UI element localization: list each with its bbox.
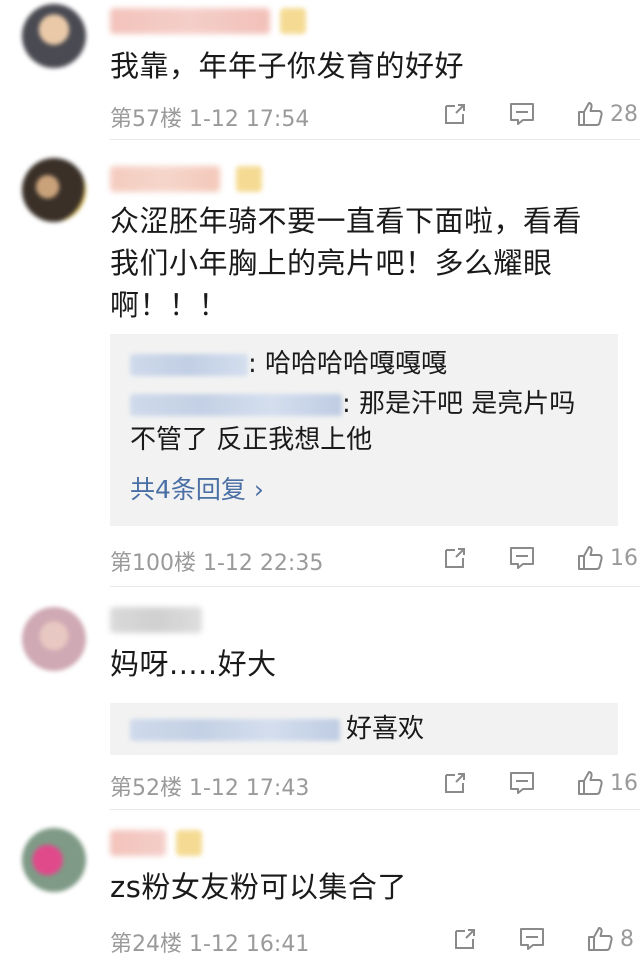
comment-time: 1-12 17:54 [189,107,310,132]
comment-actions: 16 [330,540,640,576]
comment-text: 我靠，年年子你发育的好好 [110,45,610,87]
share-button[interactable] [442,765,468,801]
username-blurred[interactable] [110,8,270,34]
share-button[interactable] [442,96,468,132]
like-button[interactable]: 16 [576,765,638,801]
comment-icon [510,103,534,125]
like-button[interactable]: 28 [576,96,638,132]
badge-blurred [280,8,306,34]
reply-text: 好喜欢 [346,714,425,744]
badge-blurred [176,830,202,856]
comment-actions: 8 [330,921,640,957]
avatar[interactable] [22,828,86,892]
avatar[interactable] [22,158,86,222]
comment-item: 众涩胚年骑不要一直看下面啦，看看 我们小年胸上的亮片吧！多么耀眼 啊！！！ : … [0,140,640,587]
share-button[interactable] [442,540,468,576]
comment-text-line: 我们小年胸上的亮片吧！多么耀眼 [110,246,553,280]
comment-text: 众涩胚年骑不要一直看下面啦，看看 我们小年胸上的亮片吧！多么耀眼 啊！！！ [110,200,610,326]
comment-item: 妈呀.....好大 好喜欢 第52楼 1-12 17:43 16 [0,587,640,810]
share-button[interactable] [452,921,478,957]
comment-icon [510,547,534,569]
reply-item[interactable]: 好喜欢 [130,711,602,747]
reply-username-blurred[interactable] [130,353,248,376]
reply-button[interactable] [508,540,536,576]
comment-meta: 第52楼 1-12 17:43 [110,770,309,802]
username-blurred[interactable] [110,607,202,633]
reply-text: : 哈哈哈哈嘎嘎嘎 [248,349,448,379]
like-button[interactable]: 8 [586,921,634,957]
like-button[interactable]: 16 [576,540,638,576]
replies-box: 好喜欢 [110,703,618,755]
comment-icon [510,772,534,794]
comment-item: 我靠，年年子你发育的好好 第57楼 1-12 17:54 28 [0,0,640,140]
reply-username-blurred[interactable] [130,718,340,741]
comment-item: zs粉女友粉可以集合了 第24楼 1-12 16:41 8 [0,810,640,965]
username-blurred[interactable] [110,830,166,856]
reply-button[interactable] [508,765,536,801]
reply-text: 不管了 反正我想上他 [130,425,373,455]
comment-time: 1-12 16:41 [189,932,310,957]
reply-item-continued: 不管了 反正我想上他 [130,422,602,458]
comment-meta: 第100楼 1-12 22:35 [110,545,323,577]
like-count: 8 [620,926,634,952]
floor-number: 第24楼 [110,932,182,957]
comment-text-line: 众涩胚年骑不要一直看下面啦，看看 [110,204,583,238]
comment-text: 妈呀.....好大 [110,643,610,685]
floor-number: 第100楼 [110,551,196,576]
comment-actions: 28 [330,96,640,132]
avatar[interactable] [22,607,86,671]
thumbs-up-icon [588,927,613,951]
comment-meta: 第24楼 1-12 16:41 [110,926,309,958]
reply-button[interactable] [518,921,546,957]
comment-meta: 第57楼 1-12 17:54 [110,101,309,133]
share-icon [445,548,465,568]
share-icon [445,773,465,793]
comment-text-line: 妈呀.....好大 [110,647,277,681]
badge-blurred [236,166,262,192]
more-replies-link[interactable]: 共4条回复 › [130,470,264,506]
comment-text-line: 我靠，年年子你发育的好好 [110,49,465,83]
comment-text-line: 啊！！！ [110,288,229,322]
like-count: 16 [610,770,638,796]
thumbs-up-icon [578,546,603,570]
comment-actions: 16 [330,765,640,801]
replies-box: : 哈哈哈哈嘎嘎嘎 : 那是汗吧 是亮片吗 不管了 反正我想上他 共4条回复 › [110,334,618,526]
reply-item[interactable]: : 那是汗吧 是亮片吗 [130,386,602,422]
share-icon [445,104,465,124]
comment-text: zs粉女友粉可以集合了 [110,866,610,908]
share-icon [455,929,475,949]
reply-button[interactable] [508,96,536,132]
like-count: 16 [610,545,638,571]
thumbs-up-icon [578,102,603,126]
comment-time: 1-12 22:35 [203,551,324,576]
reply-item[interactable]: : 哈哈哈哈嘎嘎嘎 [130,346,602,382]
reply-text: : 那是汗吧 是亮片吗 [342,389,576,419]
username-blurred[interactable] [110,166,220,192]
floor-number: 第52楼 [110,776,182,801]
comment-icon [520,928,544,950]
thumbs-up-icon [578,771,603,795]
floor-number: 第57楼 [110,107,182,132]
comment-text-line: zs粉女友粉可以集合了 [110,870,407,904]
avatar[interactable] [22,4,86,68]
reply-username-blurred[interactable] [130,393,342,416]
like-count: 28 [610,101,638,127]
comment-time: 1-12 17:43 [189,776,310,801]
